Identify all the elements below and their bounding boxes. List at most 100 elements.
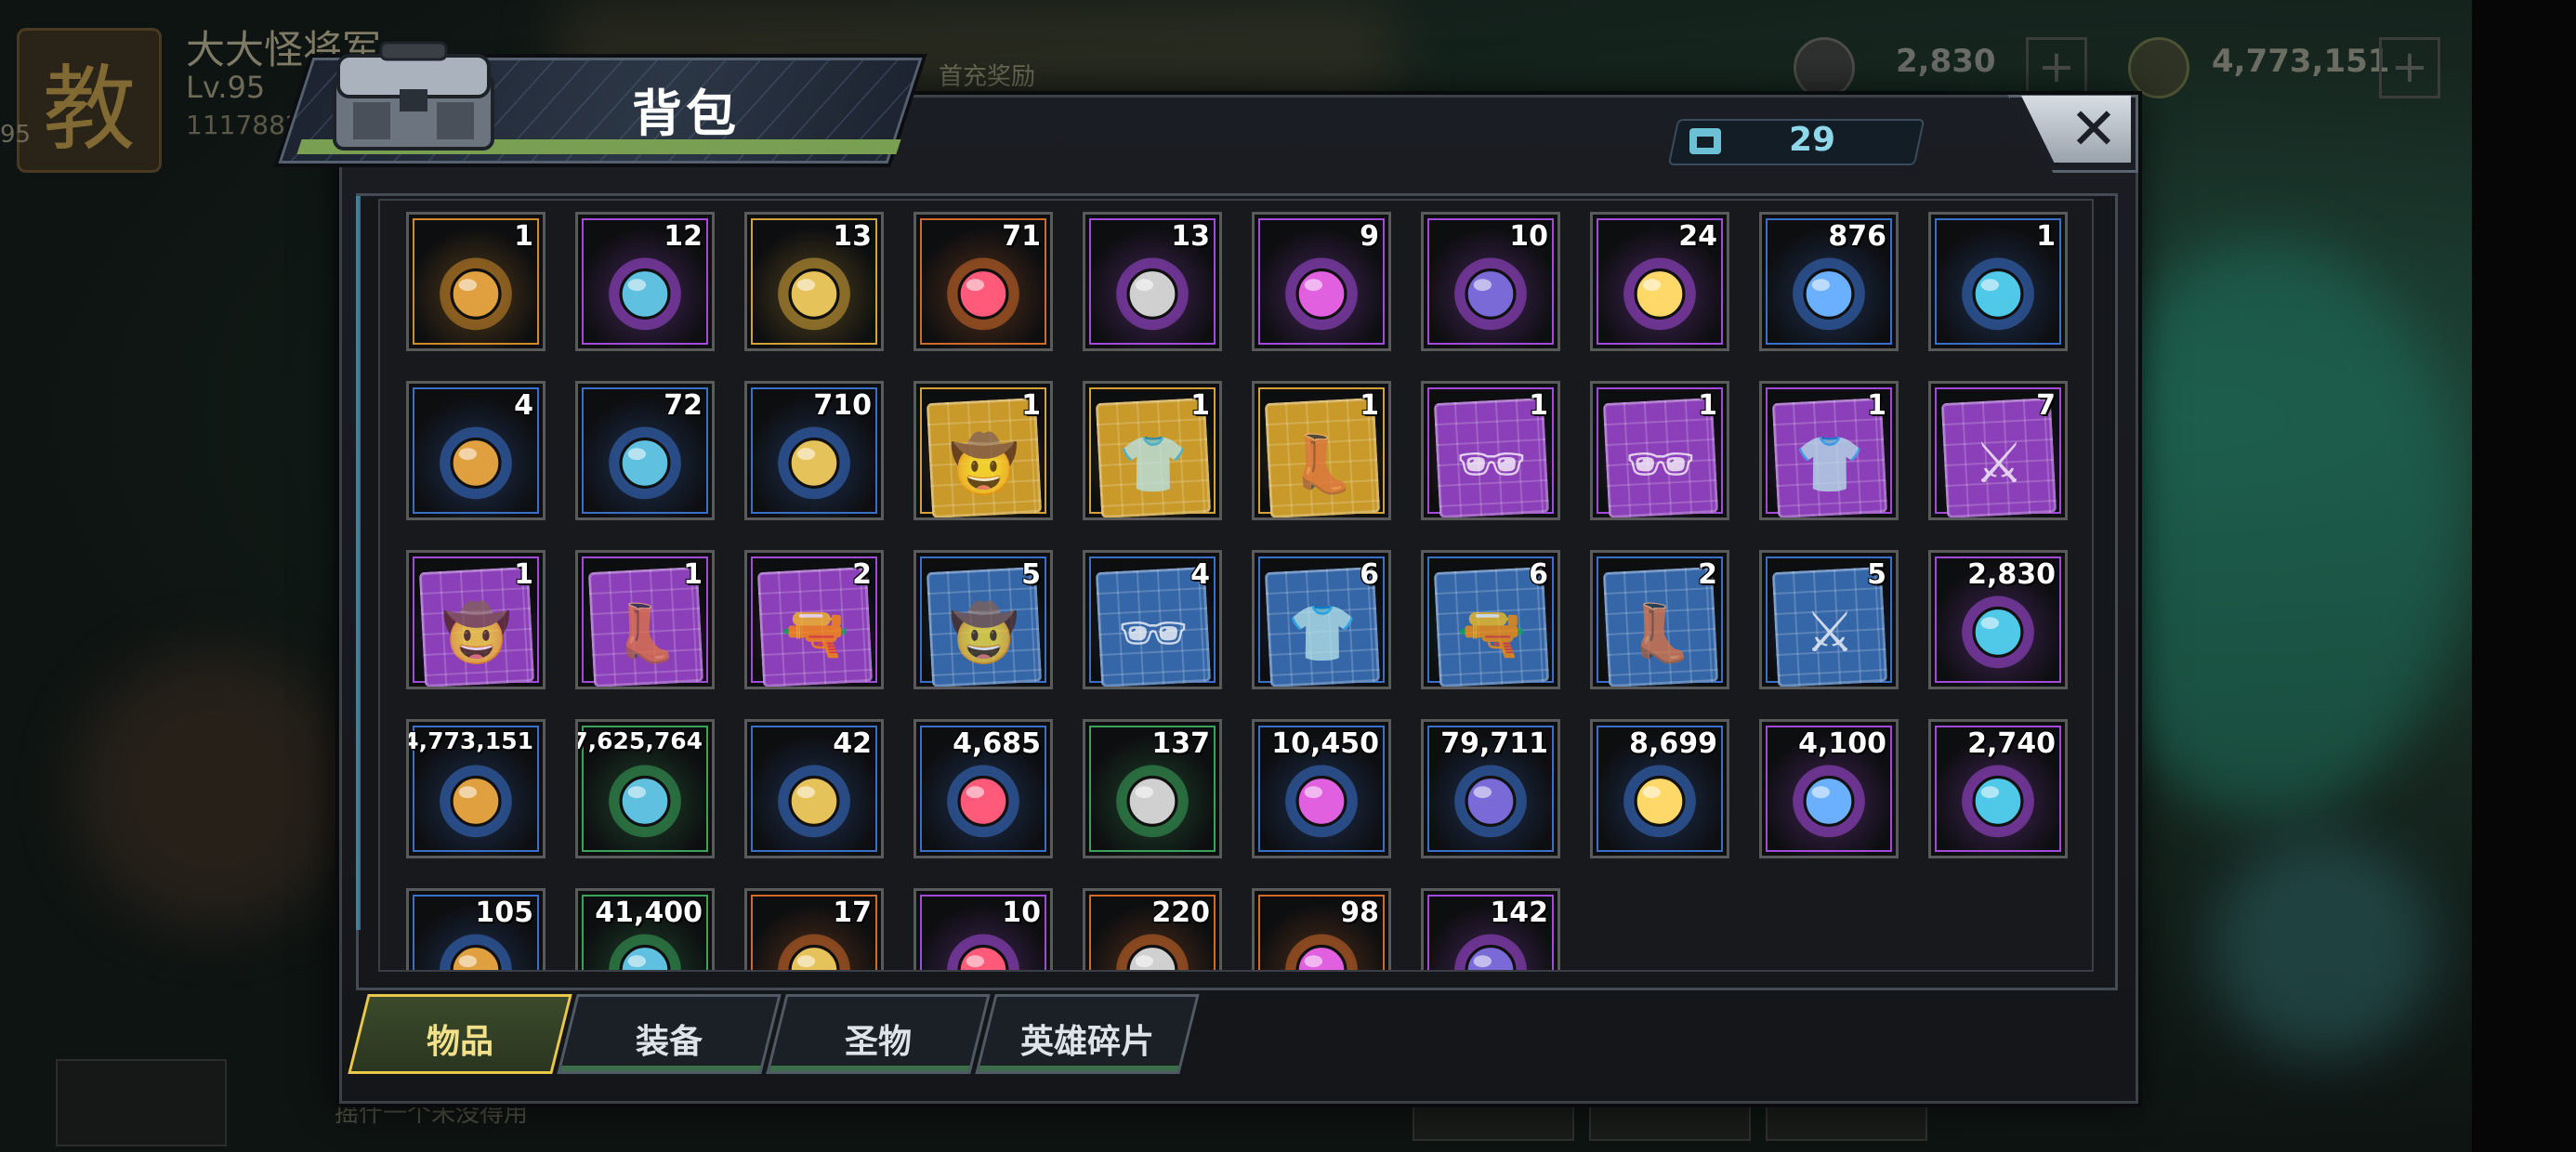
inventory-slot[interactable]: 71 — [913, 212, 1053, 351]
resource-1-add-button[interactable]: + — [2026, 37, 2087, 98]
resource-2-add-button[interactable]: + — [2379, 37, 2440, 98]
inventory-slot[interactable]: 220 — [1083, 888, 1222, 970]
blue-bottlecap-icon — [440, 426, 512, 500]
inventory-slot[interactable]: 142 — [1421, 888, 1560, 970]
blueprint-glyph: 🤠 — [949, 431, 1019, 497]
item-count: 2 — [852, 558, 872, 591]
tab-label: 物品 — [426, 1023, 493, 1061]
inventory-slot[interactable]: 4 — [406, 381, 545, 520]
item-count: 42 — [833, 727, 872, 760]
inventory-slot[interactable]: 72 — [575, 381, 715, 520]
inventory-slot[interactable]: 🕶 4 — [1083, 550, 1222, 689]
inventory-slot[interactable]: 876 — [1759, 212, 1899, 351]
blueprint-glyph: 🕶 — [1455, 431, 1528, 497]
inventory-slot[interactable]: 🤠 1 — [913, 381, 1053, 520]
inventory-slot[interactable]: 👕 6 — [1252, 550, 1391, 689]
inventory-slot[interactable]: 👢 2 — [1590, 550, 1729, 689]
item-count: 98 — [1340, 897, 1379, 929]
red-chest-token-icon — [1962, 765, 2034, 838]
inventory-slot[interactable]: 105 — [406, 888, 545, 970]
inventory-slot[interactable]: 🕶 1 — [1421, 381, 1560, 520]
inventory-slot[interactable]: 🤠 5 — [913, 550, 1053, 689]
inventory-slot[interactable]: 27,625,764 — [575, 719, 715, 858]
inventory-slot[interactable]: 4,773,151 — [406, 719, 545, 858]
inventory-slot[interactable]: ⚔ 5 — [1759, 550, 1899, 689]
inventory-slot[interactable]: 12 — [575, 212, 715, 351]
inventory-slot[interactable]: 17 — [744, 888, 884, 970]
inventory-slot[interactable]: 🕶 1 — [1590, 381, 1729, 520]
inventory-slot[interactable]: 10,450 — [1252, 719, 1391, 858]
inventory-slot[interactable]: 710 — [744, 381, 884, 520]
tab-label: 英雄碎片 — [1019, 1023, 1154, 1061]
item-count: 1 — [1190, 389, 1210, 422]
resource-1-value: 2,830 — [1896, 43, 1996, 80]
player-avatar[interactable]: 教 — [17, 28, 162, 173]
item-count: 79,711 — [1440, 727, 1548, 760]
inventory-slot[interactable]: ⚔ 7 — [1928, 381, 2068, 520]
gold-coins-icon — [440, 765, 512, 838]
inventory-slot[interactable]: 🤠 1 — [406, 550, 545, 689]
item-count: 105 — [475, 897, 533, 929]
resource-1-icon — [1794, 37, 1855, 98]
inventory-slot[interactable]: 4,685 — [913, 719, 1053, 858]
inventory-slot[interactable]: 👢 1 — [1252, 381, 1391, 520]
blueprint-glyph: 👕 — [1118, 431, 1189, 497]
bottom-left-menu[interactable] — [56, 1059, 227, 1146]
level-badge: 95 — [0, 121, 32, 149]
inventory-slot[interactable]: 13 — [744, 212, 884, 351]
item-count: 137 — [1151, 727, 1210, 760]
blueprint-glyph: 🔫 — [780, 600, 850, 666]
inventory-slot[interactable]: 4,100 — [1759, 719, 1899, 858]
cinema-ticket-icon — [1793, 257, 1865, 331]
police-badge-icon — [1623, 257, 1696, 331]
item-count: 4 — [1190, 558, 1210, 591]
inventory-slot[interactable]: 2,740 — [1928, 719, 2068, 858]
category-tabs: 物品 装备 圣物 英雄碎片 — [348, 994, 1287, 1078]
item-count: 4 — [514, 389, 533, 422]
inventory-slot[interactable]: 1 — [1928, 212, 2068, 351]
background-glow — [74, 650, 353, 929]
item-count: 9 — [1360, 220, 1379, 253]
item-count: 876 — [1828, 220, 1886, 253]
resource-2-icon — [2128, 37, 2189, 98]
inventory-slot[interactable]: 1 — [406, 212, 545, 351]
blueprint-glyph: 🔫 — [1456, 600, 1527, 666]
inventory-slot[interactable]: 👢 1 — [575, 550, 715, 689]
item-count: 5 — [1867, 558, 1886, 591]
item-count: 6 — [1529, 558, 1548, 591]
blueprint-glyph: 🕶 — [1624, 431, 1697, 497]
blueprint-glyph: 👢 — [1625, 600, 1696, 666]
item-count: 17 — [833, 897, 872, 929]
blueprint-glyph: 👢 — [611, 600, 681, 666]
inventory-slot[interactable]: 👕 1 — [1083, 381, 1222, 520]
film-reel-icon — [1116, 257, 1189, 331]
gold-fist-icon — [1623, 765, 1696, 838]
item-count: 71 — [1002, 220, 1041, 253]
first-recharge-bonus[interactable]: 首充奖励 — [939, 58, 1035, 92]
blueprint-glyph: 🤠 — [441, 600, 512, 666]
inventory-slot[interactable]: 👕 1 — [1759, 381, 1899, 520]
inventory-slot[interactable]: 24 — [1590, 212, 1729, 351]
item-count: 1 — [514, 558, 533, 591]
inventory-slot[interactable]: 13 — [1083, 212, 1222, 351]
inventory-slot[interactable]: 8,699 — [1590, 719, 1729, 858]
inventory-slot[interactable]: 2,830 — [1928, 550, 2068, 689]
inventory-slot[interactable]: 42 — [744, 719, 884, 858]
resource-2-value: 4,773,151 — [2212, 43, 2390, 80]
item-grid-viewport[interactable]: 1 12 13 71 13 9 10 24 876 1 4 72 710 🤠 1 👕 1 👢 1 🕶 1 🕶 1 👕 1 ⚔ 7 🤠 1… — [378, 199, 2094, 972]
avatar-emblem: 教 — [43, 54, 136, 164]
inventory-slot[interactable]: 🔫 2 — [744, 550, 884, 689]
triangle-crystal-icon — [1454, 765, 1527, 838]
inventory-slot[interactable]: 9 — [1252, 212, 1391, 351]
inventory-slot[interactable]: 10 — [913, 888, 1053, 970]
inventory-slot[interactable]: 79,711 — [1421, 719, 1560, 858]
item-count: 72 — [664, 389, 703, 422]
item-count: 1 — [1529, 389, 1548, 422]
inventory-slot[interactable]: 10 — [1421, 212, 1560, 351]
inventory-slot[interactable]: 137 — [1083, 719, 1222, 858]
inventory-slot[interactable]: 🔫 6 — [1421, 550, 1560, 689]
inventory-slot[interactable]: 98 — [1252, 888, 1391, 970]
inventory-slot[interactable]: 41,400 — [575, 888, 715, 970]
green-battery-icon — [609, 765, 681, 838]
item-count: 4,100 — [1798, 727, 1886, 760]
